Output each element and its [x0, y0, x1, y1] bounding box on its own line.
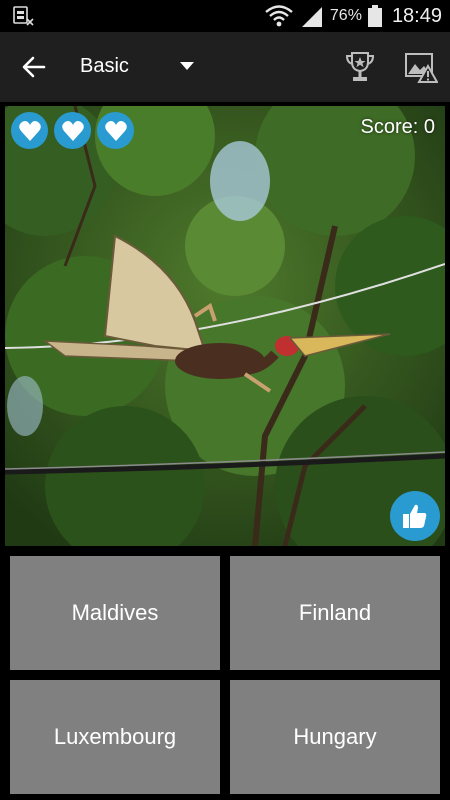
answer-button-3[interactable]: Luxembourg — [10, 680, 220, 794]
like-button[interactable] — [390, 491, 440, 541]
battery-icon — [367, 5, 382, 27]
heart-icon — [18, 120, 41, 141]
lives-indicator — [11, 112, 134, 149]
sim-card-icon — [13, 6, 34, 26]
mode-label: Basic — [80, 55, 129, 77]
trophy-icon[interactable] — [344, 50, 376, 84]
wifi-icon — [265, 5, 293, 27]
answer-grid: Maldives Finland Luxembourg Hungary — [0, 546, 450, 800]
life-heart — [54, 112, 91, 149]
score-label: Score: 0 — [360, 116, 435, 138]
answer-button-1[interactable]: Maldives — [10, 556, 220, 670]
quiz-photo: Score: 0 — [5, 106, 445, 546]
clock: 18:49 — [391, 4, 442, 27]
status-bar: 76% 18:49 — [0, 0, 450, 32]
report-image-icon[interactable] — [404, 50, 438, 84]
answer-button-4[interactable]: Hungary — [230, 680, 440, 794]
life-heart — [97, 112, 134, 149]
pterosaur-photo-image — [5, 106, 445, 546]
back-arrow-icon[interactable] — [20, 53, 48, 81]
life-heart — [11, 112, 48, 149]
mode-dropdown[interactable]: Basic — [70, 46, 210, 88]
app-bar: Basic — [0, 32, 450, 102]
dropdown-caret-icon — [180, 62, 194, 70]
battery-percent: 76% — [329, 7, 362, 24]
answer-button-2[interactable]: Finland — [230, 556, 440, 670]
heart-icon — [61, 120, 84, 141]
thumbs-up-icon — [403, 504, 427, 528]
signal-icon — [301, 7, 322, 27]
heart-icon — [104, 120, 127, 141]
